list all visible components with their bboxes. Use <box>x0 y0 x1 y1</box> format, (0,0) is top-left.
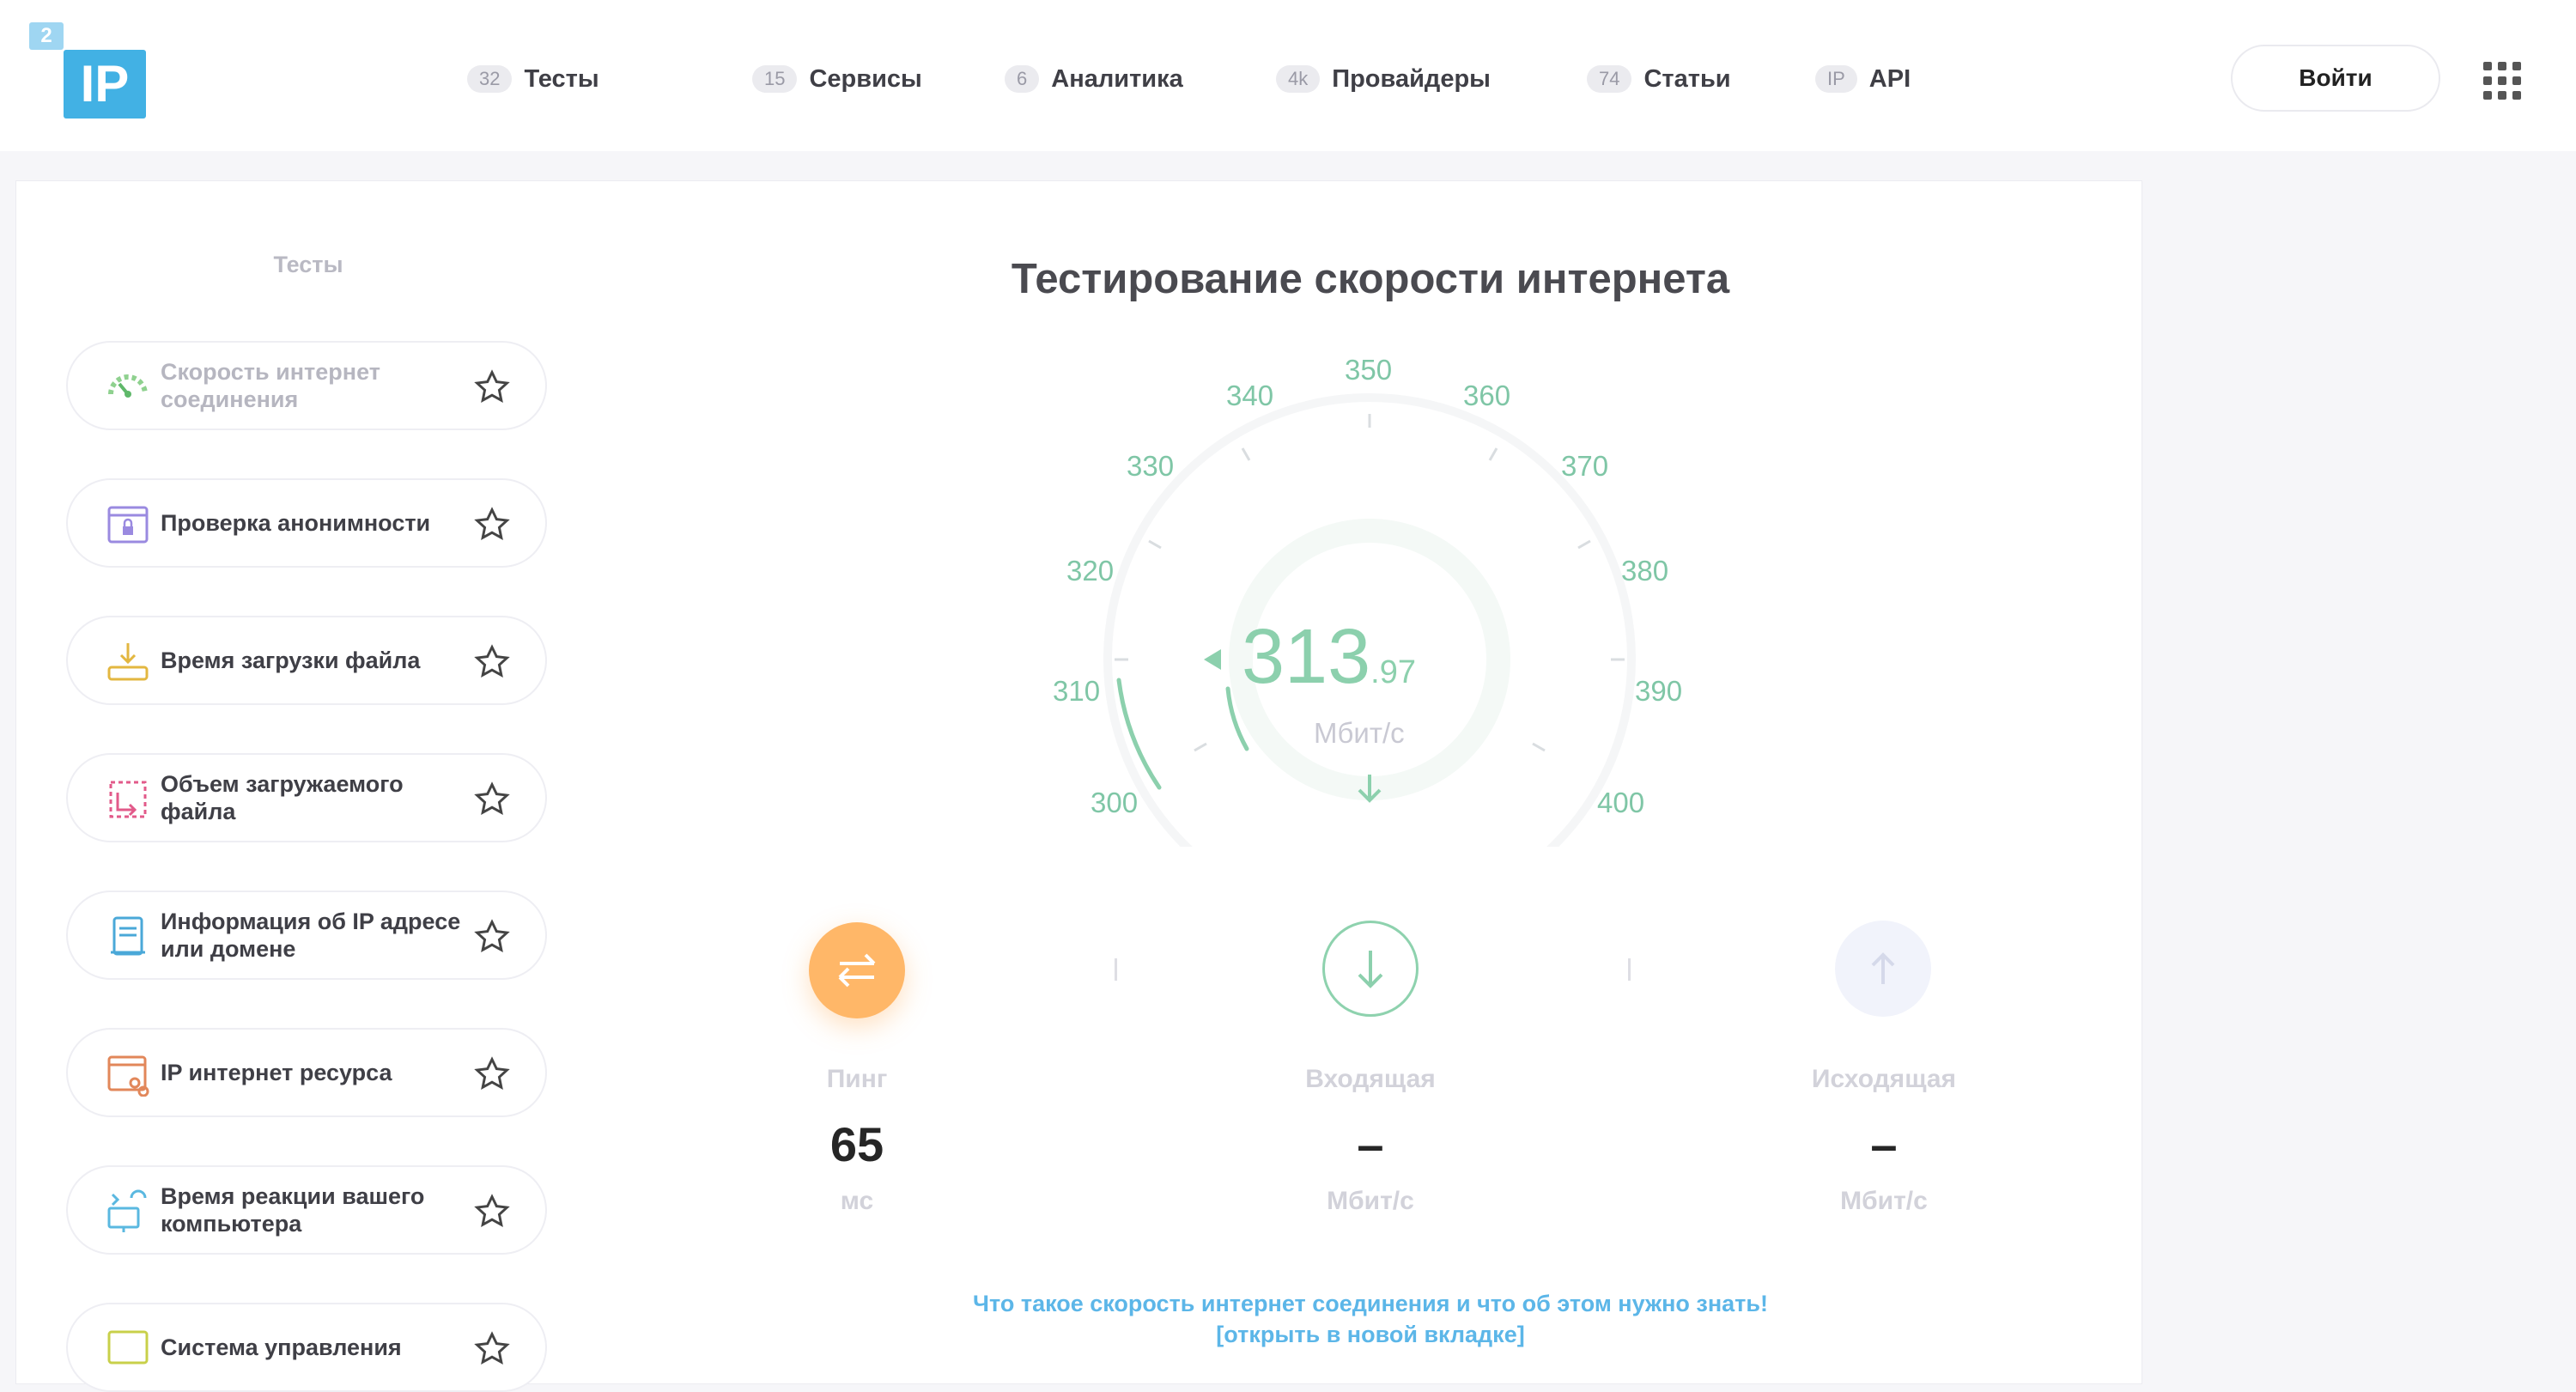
tests-sidebar: Тесты Скорость интернет соединения Прове… <box>15 180 601 1392</box>
site-logo[interactable]: 2 IP <box>29 22 146 120</box>
gauge-tick: 350 <box>1345 354 1393 386</box>
download-label: Входящая <box>1305 1065 1436 1093</box>
upload-label: Исходящая <box>1811 1065 1957 1093</box>
login-button[interactable]: Войти <box>2231 45 2440 112</box>
download-indicator <box>1322 921 1419 1017</box>
nav-badge: 74 <box>1587 65 1632 93</box>
browser-link-icon <box>107 1055 149 1097</box>
sidebar-item-anonymity[interactable]: Проверка анонимности <box>66 478 547 568</box>
nav-badge: 4k <box>1276 65 1321 93</box>
info-link-new-tab[interactable]: [открыть в новой вкладке] <box>599 1322 2142 1348</box>
speedometer-icon <box>108 374 148 398</box>
cms-icon <box>107 1330 149 1365</box>
nav-label: Аналитика <box>1051 64 1183 93</box>
ping-indicator <box>809 922 905 1018</box>
star-icon[interactable] <box>473 918 511 956</box>
gauge-tick: 400 <box>1597 787 1645 818</box>
nav-analytics[interactable]: 6 Аналитика <box>1005 60 1183 98</box>
sidebar-title: Тесты <box>273 252 343 277</box>
sidebar-item-label: IP интернет ресурса <box>161 1060 392 1085</box>
gauge-tick: 300 <box>1091 787 1139 818</box>
document-icon <box>111 916 145 956</box>
nav-services[interactable]: 15 Сервисы <box>752 60 922 98</box>
nav-label: API <box>1868 64 1911 93</box>
download-value: – <box>1357 1117 1384 1171</box>
gauge-tick: 370 <box>1561 450 1609 482</box>
monitor-sync-icon <box>107 1189 147 1232</box>
star-icon[interactable] <box>473 781 511 818</box>
upload-arrow-icon <box>1871 952 1895 984</box>
download-unit: Мбит/с <box>1327 1187 1414 1215</box>
upload-value: – <box>1870 1117 1898 1171</box>
nav-api[interactable]: IP API <box>1815 60 1911 98</box>
site-header: 2 IP 32 Тесты 15 Сервисы 6 Аналитика 4k … <box>0 0 2576 151</box>
gauge-tick: 310 <box>1053 675 1101 707</box>
speed-gauge <box>1103 393 1636 847</box>
star-icon[interactable] <box>473 1330 511 1368</box>
gauge-tick: 340 <box>1226 380 1274 411</box>
nav-label: Сервисы <box>809 64 922 93</box>
sidebar-item-label: Время загрузки файла <box>161 647 421 673</box>
nav-articles[interactable]: 74 Статьи <box>1587 60 1731 98</box>
star-icon[interactable] <box>473 506 511 544</box>
sidebar-item-label: Проверка анонимности <box>161 510 431 536</box>
sidebar-item-label: Система управления <box>161 1334 402 1360</box>
nav-badge: 32 <box>467 65 513 93</box>
nav-label: Статьи <box>1643 64 1731 93</box>
nav-label: Провайдеры <box>1332 64 1491 93</box>
nav-badge: IP <box>1815 65 1857 93</box>
star-icon[interactable] <box>473 1055 511 1093</box>
nav-badge: 15 <box>752 65 798 93</box>
nav-badge: 6 <box>1005 65 1040 93</box>
download-arrow-icon <box>1358 951 1383 988</box>
sidebar-item-download-time[interactable]: Время загрузки файла <box>66 616 547 705</box>
gauge-pointer <box>1204 649 1221 670</box>
ping-value: 65 <box>829 1117 884 1171</box>
gauge-tick: 320 <box>1066 555 1115 587</box>
upload-unit: Мбит/с <box>1840 1187 1928 1215</box>
sidebar-item-ip-info[interactable]: Информация об IP адресе или домене <box>66 891 547 980</box>
file-size-icon <box>109 781 147 818</box>
logo-big: IP <box>64 50 146 119</box>
nav-providers[interactable]: 4k Провайдеры <box>1276 60 1491 98</box>
ping-unit: мс <box>840 1187 874 1215</box>
sidebar-item-label: Информация об IP адресе или домене <box>161 909 461 962</box>
gauge-tick: 360 <box>1463 380 1511 411</box>
nav-tests[interactable]: 32 Тесты <box>467 60 599 98</box>
swap-arrows-icon <box>838 953 876 988</box>
sidebar-item-label: Объем загружаемого файла <box>161 771 404 824</box>
grid-icon[interactable] <box>2483 62 2521 100</box>
browser-lock-icon <box>107 506 149 544</box>
sidebar-item-file-size[interactable]: Объем загружаемого файла <box>66 753 547 842</box>
download-tray-icon <box>107 643 149 681</box>
sidebar-item-label: Время реакции вашего компьютера <box>161 1183 425 1237</box>
sidebar-item-label: Скорость интернет соединения <box>161 359 380 412</box>
upload-indicator <box>1835 921 1931 1017</box>
sidebar-item-reaction-time[interactable]: Время реакции вашего компьютера <box>66 1165 547 1255</box>
gauge-tick: 390 <box>1635 675 1683 707</box>
current-speed: 313.97 <box>1242 613 1416 702</box>
logo-small: 2 <box>29 22 64 50</box>
speed-integer: 313 <box>1242 614 1371 700</box>
sidebar-item-cms[interactable]: Система управления <box>66 1303 547 1392</box>
sidebar-item-ip-resource[interactable]: IP интернет ресурса <box>66 1028 547 1117</box>
gauge-tick: 380 <box>1621 555 1669 587</box>
info-link[interactable]: Что такое скорость интернет соединения и… <box>599 1291 2142 1317</box>
speed-decimal: .97 <box>1370 654 1416 690</box>
separator <box>1115 958 1117 981</box>
star-icon[interactable] <box>473 643 511 681</box>
ping-label: Пинг <box>826 1065 888 1093</box>
separator <box>1628 958 1631 981</box>
star-icon[interactable] <box>473 368 511 406</box>
page-title: Тестирование скорости интернета <box>1011 256 1730 302</box>
nav-label: Тесты <box>524 64 599 93</box>
gauge-tick: 330 <box>1127 450 1175 482</box>
star-icon[interactable] <box>473 1193 511 1231</box>
sidebar-item-speed[interactable]: Скорость интернет соединения <box>66 341 547 430</box>
speed-unit: Мбит/с <box>1314 717 1405 749</box>
